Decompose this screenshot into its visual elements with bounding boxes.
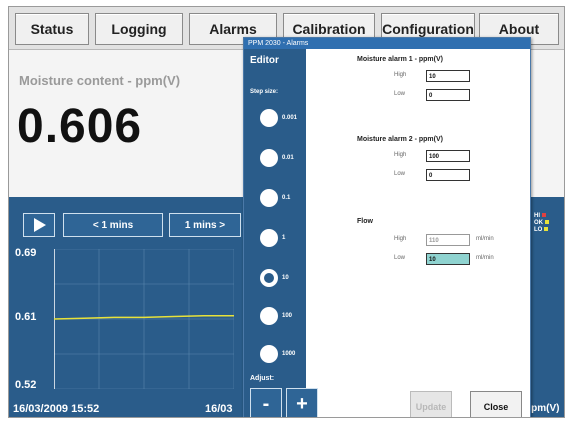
- step-radio-1[interactable]: [260, 229, 278, 247]
- flow-high-label: High: [394, 236, 407, 242]
- alarm2-high-label: High: [394, 152, 407, 158]
- status-dot-icon: [544, 227, 549, 231]
- moisture-content-label: Moisture content - ppm(V): [19, 73, 181, 88]
- alarm1-high-label: High: [394, 72, 407, 78]
- play-icon: [34, 218, 46, 232]
- step-radio-0-001[interactable]: [260, 109, 278, 127]
- status-dot-icon: [542, 213, 546, 217]
- decrement-button[interactable]: -: [250, 388, 282, 417]
- alarm2-low-label: Low: [394, 171, 406, 177]
- step-label: 10: [282, 275, 289, 281]
- adjust-label: Adjust:: [250, 375, 275, 382]
- legend-label: OK: [534, 220, 543, 226]
- start-time-label: 16/03/2009 15:52: [13, 403, 100, 415]
- step-label: 1000: [282, 351, 296, 357]
- previous-range-button[interactable]: < 1 mins: [63, 213, 163, 237]
- step-label: 100: [282, 313, 293, 319]
- step-radio-10[interactable]: [260, 269, 278, 287]
- alarm2-low-field[interactable]: 0: [426, 169, 470, 181]
- step-label: 1: [282, 235, 286, 241]
- editor-pane: Editor Step size: 0.001 0.01 0.1 1 10 10…: [244, 49, 318, 417]
- flow-low-field[interactable]: 10: [426, 253, 470, 265]
- tab-logging[interactable]: Logging: [95, 13, 183, 45]
- alarm1-low-label: Low: [394, 91, 406, 97]
- step-radio-0-1[interactable]: [260, 189, 278, 207]
- alarm2-high-field[interactable]: 100: [426, 150, 470, 162]
- step-radio-100[interactable]: [260, 307, 278, 325]
- legend-label: LO: [534, 227, 543, 233]
- y-tick-label: 0.61: [15, 311, 37, 323]
- legend-item-hi: HI: [534, 213, 549, 220]
- increment-button[interactable]: +: [286, 388, 318, 417]
- dialog-title-bar: PPM 2030 - Alarms: [244, 38, 530, 49]
- alarm2-title: Moisture alarm 2 - ppm(V): [357, 136, 443, 143]
- moisture-value: 0.606: [17, 100, 143, 153]
- alarm1-title: Moisture alarm 1 - ppm(V): [357, 56, 443, 63]
- next-time-label: 16/03: [205, 403, 233, 415]
- step-label: 0.1: [282, 195, 291, 201]
- trend-plot: [54, 249, 234, 389]
- step-label: 0.001: [282, 115, 298, 121]
- flow-high-field[interactable]: 110: [426, 234, 470, 246]
- alarm-legend: HI OK LO: [534, 213, 549, 234]
- close-button[interactable]: Close: [470, 391, 522, 417]
- update-button[interactable]: Update: [410, 391, 452, 417]
- step-label: 0.01: [282, 155, 294, 161]
- step-radio-0-01[interactable]: [260, 149, 278, 167]
- flow-low-label: Low: [394, 255, 406, 261]
- main-window: Status Logging Alarms Calibration Config…: [8, 6, 565, 418]
- next-range-button[interactable]: 1 mins >: [169, 213, 241, 237]
- status-dot-icon: [545, 220, 549, 224]
- alarms-dialog: PPM 2030 - Alarms Editor Step size: 0.00…: [243, 37, 531, 417]
- flow-low-unit: ml/min: [476, 255, 494, 261]
- step-size-label: Step size:: [250, 89, 279, 95]
- flow-title: Flow: [357, 218, 373, 225]
- play-button[interactable]: [23, 213, 55, 237]
- editor-title: Editor: [250, 55, 279, 66]
- tab-status[interactable]: Status: [15, 13, 89, 45]
- alarm1-low-field[interactable]: 0: [426, 89, 470, 101]
- legend-item-lo: LO: [534, 227, 549, 234]
- y-tick-label: 0.69: [15, 247, 37, 259]
- y-tick-label: 0.52: [15, 379, 37, 391]
- flow-high-unit: ml/min: [476, 236, 494, 242]
- legend-item-ok: OK: [534, 220, 549, 227]
- legend-label: HI: [534, 213, 540, 219]
- step-radio-1000[interactable]: [260, 345, 278, 363]
- alarm1-high-field[interactable]: 10: [426, 70, 470, 82]
